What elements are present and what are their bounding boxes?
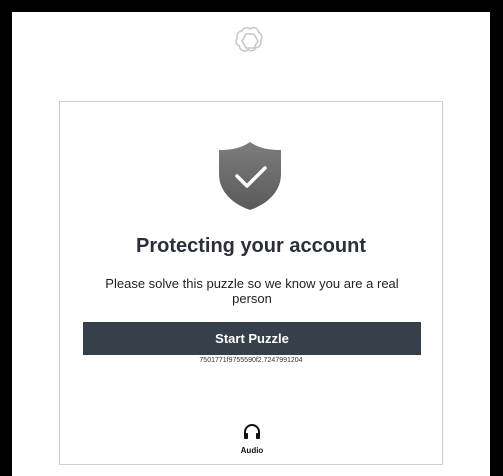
session-id: 7501771f9755590f2.7247991204 [199, 357, 303, 364]
audio-button[interactable]: Audio [232, 424, 272, 460]
challenge-subtitle: Please solve this puzzle so we know you … [105, 276, 399, 306]
start-puzzle-button[interactable]: Start Puzzle [83, 322, 421, 355]
headphones-icon [243, 424, 261, 445]
audio-label: Audio [240, 446, 264, 455]
shield-check-icon [215, 140, 285, 212]
browser-window: Protecting your account Please solve thi… [12, 12, 490, 476]
challenge-card: Protecting your account Please solve thi… [59, 101, 443, 465]
openai-logo-icon [234, 24, 266, 56]
challenge-title: Protecting your account [135, 235, 367, 257]
